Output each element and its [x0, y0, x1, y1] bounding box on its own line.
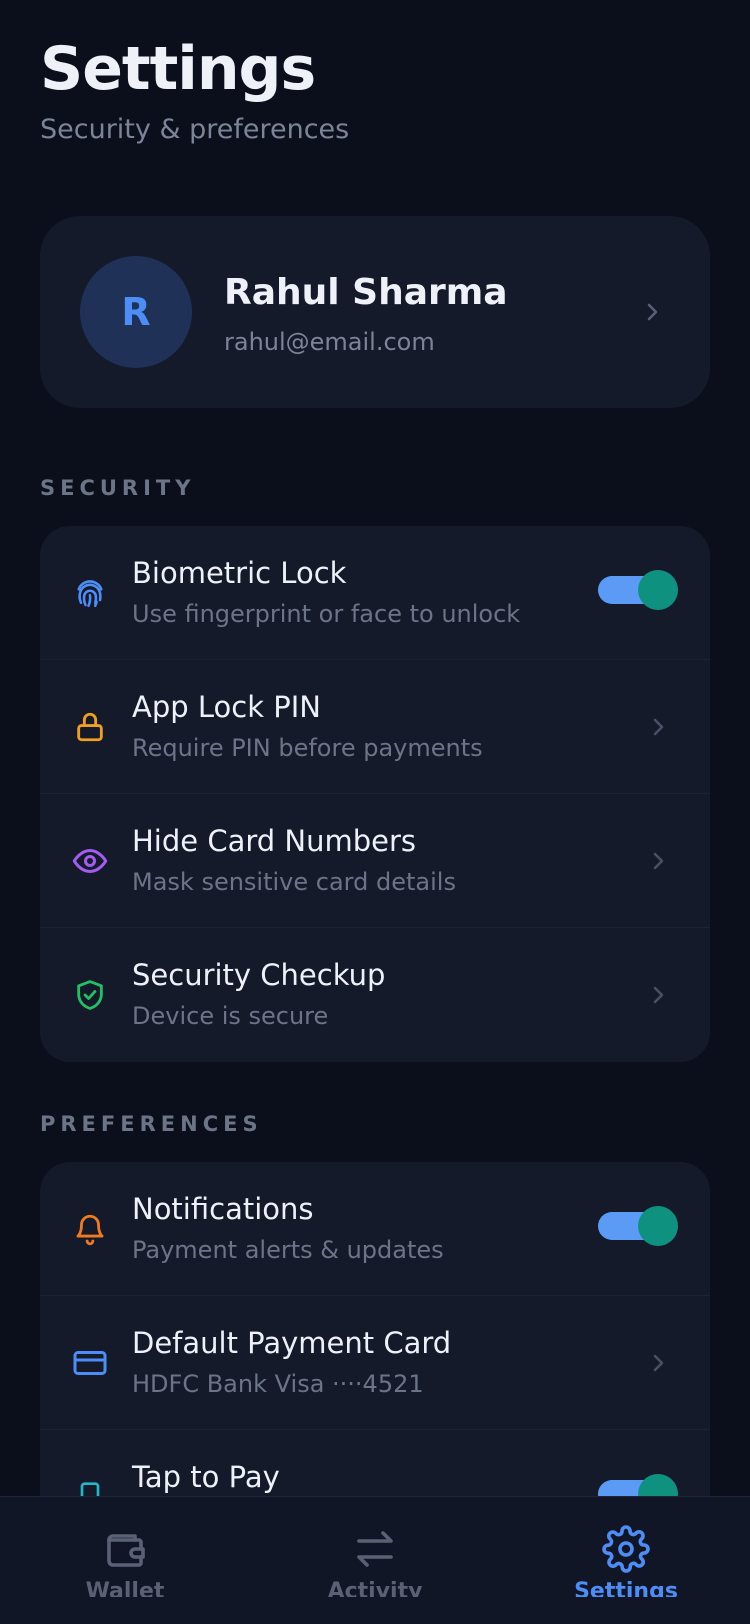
row-subtitle: Require PIN before payments: [132, 734, 483, 762]
row-subtitle: Mask sensitive card details: [132, 868, 456, 896]
setting-row-hide-card-numbers[interactable]: Hide Card Numbers Mask sensitive card de…: [40, 794, 710, 928]
row-title: Default Payment Card: [132, 1326, 452, 1360]
toggle-knob: [638, 570, 678, 610]
arrows-exchange-icon: [357, 1531, 393, 1567]
bell-icon: [70, 1209, 110, 1249]
notifications-toggle[interactable]: [598, 1206, 678, 1246]
section-label-preferences: PREFERENCES: [40, 1112, 263, 1136]
nav-label: Activity: [327, 1579, 423, 1597]
section-label-security: SECURITY: [40, 476, 196, 500]
row-subtitle: HDFC Bank Visa ····4521: [132, 1370, 424, 1398]
setting-row-default-payment-card[interactable]: Default Payment Card HDFC Bank Visa ····…: [40, 1296, 710, 1430]
bottom-nav: Wallet Activity Settings: [0, 1496, 750, 1624]
row-title: App Lock PIN: [132, 690, 321, 724]
chevron-right-icon: [653, 1354, 664, 1372]
settings-screen: Settings Security & preferences R Rahul …: [0, 0, 750, 1624]
security-card: Biometric Lock Use fingerprint or face t…: [40, 526, 710, 1062]
credit-card-icon: [70, 1343, 110, 1383]
chevron-right-icon: [653, 986, 664, 1004]
biometric-lock-toggle[interactable]: [598, 570, 678, 610]
fingerprint-icon: [70, 573, 110, 613]
lock-icon: [70, 707, 110, 747]
page-subtitle: Security & preferences: [40, 114, 350, 145]
chevron-right-icon: [653, 718, 664, 736]
avatar: R: [80, 256, 192, 368]
shield-check-icon: [70, 975, 110, 1015]
row-subtitle: Payment alerts & updates: [132, 1236, 444, 1264]
nav-item-activity[interactable]: Activity: [295, 1525, 455, 1615]
row-title: Tap to Pay: [132, 1460, 280, 1494]
nav-label: Settings: [574, 1579, 678, 1597]
page-title: Settings: [40, 34, 316, 104]
nav-item-wallet[interactable]: Wallet: [45, 1525, 205, 1615]
toggle-knob: [638, 1206, 678, 1246]
row-subtitle: Use fingerprint or face to unlock: [132, 600, 521, 628]
row-title: Biometric Lock: [132, 556, 347, 590]
nav-item-settings[interactable]: Settings: [546, 1525, 706, 1615]
chevron-right-icon: [653, 852, 664, 870]
row-subtitle: Device is secure: [132, 1002, 329, 1030]
row-title: Security Checkup: [132, 958, 386, 992]
profile-card[interactable]: R Rahul Sharma rahul@email.com: [40, 216, 710, 408]
row-title: Hide Card Numbers: [132, 824, 416, 858]
gear-icon: [602, 1525, 650, 1573]
setting-row-notifications[interactable]: Notifications Payment alerts & updates: [40, 1162, 710, 1296]
nav-label: Wallet: [85, 1579, 165, 1597]
eye-icon: [70, 841, 110, 881]
wallet-icon: [107, 1534, 145, 1567]
profile-name: Rahul Sharma: [224, 272, 508, 313]
setting-row-biometric-lock[interactable]: Biometric Lock Use fingerprint or face t…: [40, 526, 710, 660]
profile-email: rahul@email.com: [224, 328, 435, 356]
chevron-right-icon: [647, 303, 658, 321]
setting-row-security-checkup[interactable]: Security Checkup Device is secure: [40, 928, 710, 1062]
setting-row-app-lock-pin[interactable]: App Lock PIN Require PIN before payments: [40, 660, 710, 794]
row-title: Notifications: [132, 1192, 314, 1226]
